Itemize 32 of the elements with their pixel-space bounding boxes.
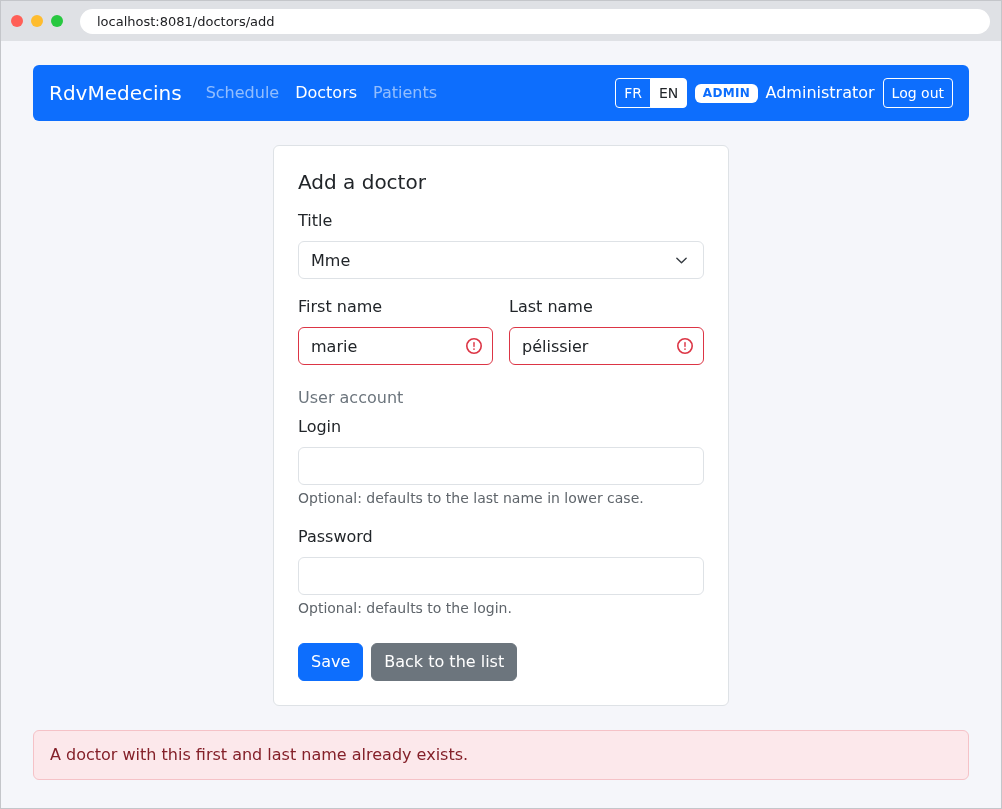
window-minimize-icon[interactable] (31, 15, 43, 27)
save-button[interactable]: Save (298, 643, 364, 681)
brand-name[interactable]: RdvMedecins (49, 78, 182, 108)
chevron-down-icon (676, 256, 687, 264)
back-button[interactable]: Back to the list (371, 643, 518, 681)
field-label: First name (298, 296, 384, 318)
form-title: Add a doctor (298, 170, 427, 194)
logout-button[interactable]: Log out (882, 78, 953, 108)
exclamation-circle-icon (466, 338, 482, 354)
help-text: Optional: defaults to the login. (298, 599, 513, 618)
field-label: Last name (509, 296, 594, 318)
text-input[interactable]: pélissier (509, 327, 704, 365)
input-field[interactable] (298, 557, 704, 595)
window-maximize-icon[interactable] (51, 15, 63, 27)
user-name: Administrator (765, 82, 875, 104)
field-label: Login (298, 416, 343, 438)
role-badge: ADMIN (695, 83, 758, 103)
help-text: Optional: defaults to the last name in lower case. (298, 489, 645, 508)
text-input[interactable]: marie (298, 327, 493, 365)
input-field[interactable] (298, 447, 704, 485)
error-alert: A doctor with this first and last name already exists. (33, 730, 969, 780)
field-label: Password (298, 526, 374, 548)
window-close-icon[interactable] (11, 15, 23, 27)
language-button[interactable]: EN (650, 78, 688, 108)
nav-link[interactable]: Doctors (287, 73, 366, 113)
field-label: Title (298, 210, 334, 232)
title-select[interactable]: Mme (298, 241, 704, 279)
nav-link[interactable]: Schedule (197, 73, 288, 113)
address-bar[interactable]: localhost:8081/doctors/add (80, 8, 990, 34)
exclamation-circle-icon (677, 338, 693, 354)
section-heading: User account (298, 387, 405, 409)
nav-link[interactable]: Patients (365, 73, 446, 113)
